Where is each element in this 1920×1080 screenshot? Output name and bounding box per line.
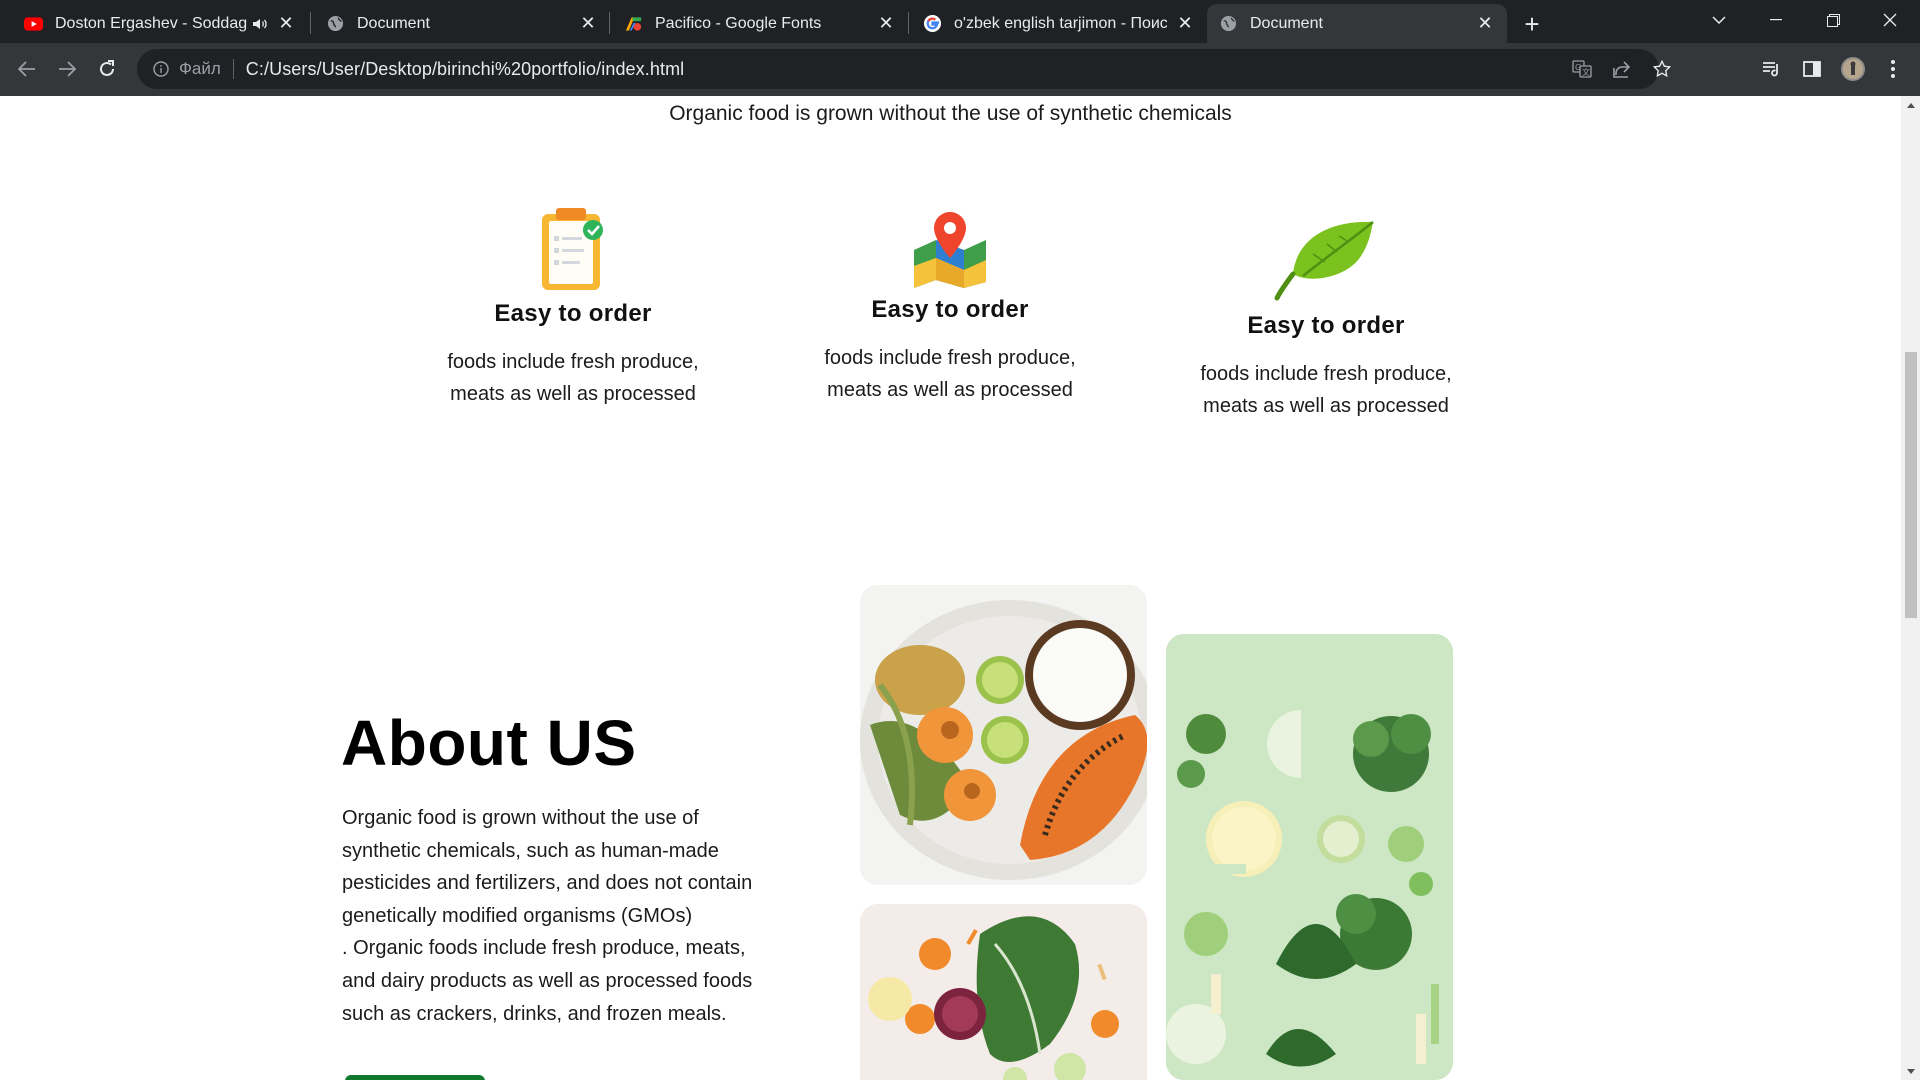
address-bar[interactable]: Файл C:/Users/User/Desktop/birinchi%20po… <box>137 49 1671 89</box>
about-paragraph-line: synthetic chemicals, such as human-made <box>342 839 719 862</box>
close-icon[interactable]: ✕ <box>578 13 598 34</box>
menu-icon[interactable] <box>1876 52 1910 86</box>
tab-youtube[interactable]: Doston Ergashev - Soddagin ✕ <box>12 4 308 43</box>
feature-description-line: meats as well as processed <box>1203 395 1449 417</box>
tab-title: Doston Ergashev - Soddagin <box>55 14 248 32</box>
share-icon[interactable] <box>1602 49 1642 89</box>
svg-text:文: 文 <box>1582 67 1590 77</box>
close-icon[interactable]: ✕ <box>276 13 296 34</box>
reload-button[interactable] <box>90 52 124 86</box>
map-pin-icon <box>914 212 986 288</box>
tab-document[interactable]: Document ✕ <box>314 4 610 43</box>
kale-vegetables-photo <box>860 904 1147 1080</box>
fruit-plate-photo <box>860 585 1147 885</box>
tab-title: o'zbek english tarjimon - Поиск в <box>954 14 1167 32</box>
feature-description-line: meats as well as processed <box>450 383 696 405</box>
feature-description: foods include fresh produce, meats as we… <box>800 342 1100 406</box>
bookmark-star-icon[interactable] <box>1642 49 1682 89</box>
avatar[interactable] <box>1836 52 1870 86</box>
globe-icon <box>326 14 345 33</box>
about-paragraph-line: Organic food is grown without the use of <box>342 807 699 829</box>
page-viewport: Organic food is grown without the use of… <box>0 96 1901 1080</box>
tab-title: Document <box>357 14 430 32</box>
green-vegetables-photo <box>1166 634 1453 1080</box>
scroll-down-icon[interactable] <box>1901 1063 1920 1080</box>
feature-title: Easy to order <box>1247 312 1405 339</box>
media-control-icon[interactable] <box>1755 52 1789 86</box>
new-tab-button[interactable]: + <box>1515 7 1549 41</box>
about-paragraph-line: pesticides and fertilizers, and does not… <box>342 872 753 895</box>
tab-separator <box>609 12 610 34</box>
about-title: About US <box>341 707 637 779</box>
scrollbar-thumb[interactable] <box>1905 352 1917 618</box>
tab-google-fonts[interactable]: Pacifico - Google Fonts ✕ <box>612 4 908 43</box>
close-window-button[interactable] <box>1862 0 1918 40</box>
page-scrollbar[interactable] <box>1901 96 1920 1080</box>
minimize-button[interactable] <box>1748 0 1804 40</box>
feature-title: Easy to order <box>494 300 652 327</box>
restore-button[interactable] <box>1805 0 1861 40</box>
divider <box>232 59 234 79</box>
tab-google-search[interactable]: o'zbek english tarjimon - Поиск в ✕ <box>911 4 1207 43</box>
google-fonts-icon <box>624 14 643 33</box>
feature-description-line: meats as well as processed <box>827 379 1073 401</box>
translate-icon[interactable]: G文 <box>1562 49 1602 89</box>
tab-title: Pacifico - Google Fonts <box>655 14 822 32</box>
tab-search-button[interactable] <box>1691 0 1747 40</box>
feature-description-line: foods include fresh produce, <box>447 351 699 373</box>
clipboard-check-icon <box>542 208 603 290</box>
tab-separator <box>908 12 909 34</box>
tab-title: Document <box>1250 14 1323 32</box>
globe-icon <box>1219 14 1238 33</box>
tab-separator <box>310 12 311 34</box>
browser-toolbar: Файл C:/Users/User/Desktop/birinchi%20po… <box>0 43 1920 96</box>
feature-title: Easy to order <box>871 296 1029 323</box>
feature-card: Easy to order foods include fresh produc… <box>423 206 723 410</box>
about-paragraph-line: . Organic foods include fresh produce, m… <box>342 937 746 960</box>
feature-description-line: foods include fresh produce, <box>1200 363 1452 385</box>
close-icon[interactable]: ✕ <box>1175 13 1195 34</box>
leaf-icon <box>1274 221 1374 301</box>
side-panel-icon[interactable] <box>1795 52 1829 86</box>
scheme-label: Файл <box>179 59 221 78</box>
about-paragraph-line: such as crackers, drinks, and frozen mea… <box>342 1002 727 1025</box>
url-text[interactable]: C:/Users/User/Desktop/birinchi%20portfol… <box>246 59 684 80</box>
about-button[interactable] <box>345 1075 485 1080</box>
tab-document-active[interactable]: Document ✕ <box>1207 4 1507 43</box>
feature-description: foods include fresh produce, meats as we… <box>423 346 723 410</box>
back-button[interactable] <box>10 52 44 86</box>
forward-button[interactable] <box>50 52 84 86</box>
audio-icon[interactable] <box>252 17 268 31</box>
google-icon <box>923 14 942 33</box>
about-paragraph-line: and dairy products as well as processed … <box>342 969 753 992</box>
close-icon[interactable]: ✕ <box>876 13 896 34</box>
feature-card: Easy to order foods include fresh produc… <box>1176 218 1476 422</box>
feature-description: foods include fresh produce, meats as we… <box>1176 358 1476 422</box>
close-icon[interactable]: ✕ <box>1475 13 1495 34</box>
about-paragraph: Organic food is grown without the use of… <box>342 802 762 1030</box>
feature-card: Easy to order foods include fresh produc… <box>800 210 1100 406</box>
youtube-icon <box>24 14 43 33</box>
intro-text: Organic food is grown without the use of… <box>669 102 1232 125</box>
about-paragraph-line: genetically modified organisms (GMOs) <box>342 904 693 927</box>
info-icon[interactable] <box>151 59 171 79</box>
browser-tab-strip: Doston Ergashev - Soddagin ✕ Document ✕ … <box>0 0 1920 43</box>
svg-text:G: G <box>1575 63 1581 72</box>
scroll-up-icon[interactable] <box>1901 96 1920 113</box>
feature-description-line: foods include fresh produce, <box>824 347 1076 369</box>
